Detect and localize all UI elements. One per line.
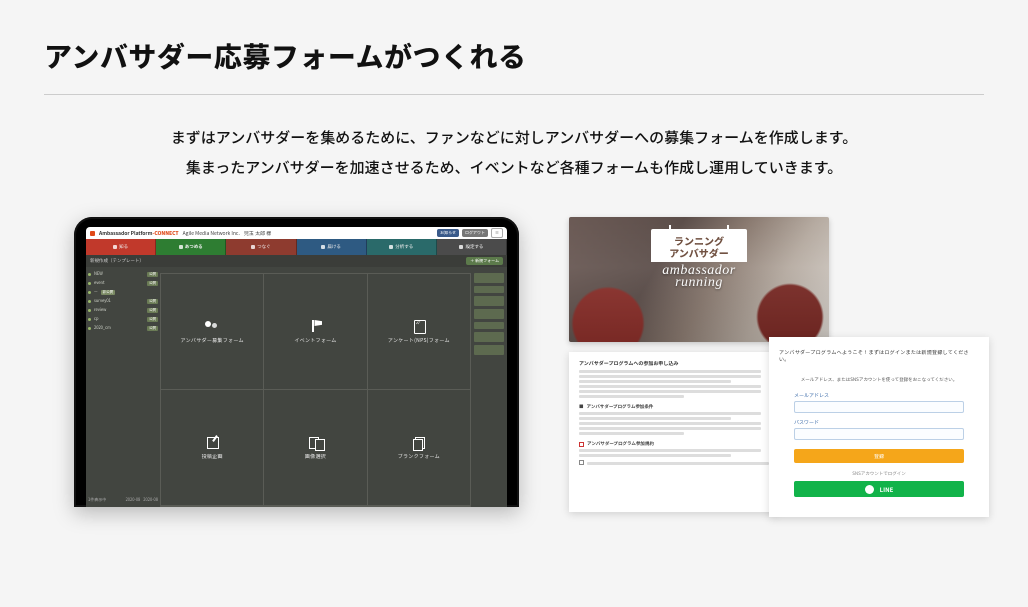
right-tags bbox=[471, 267, 507, 507]
app-body: NEW公開 event公開 —非公開 survey01公開 review公開 c… bbox=[86, 267, 507, 507]
tablet-mockup: Ambassador Platform-CONNECT Agile Media … bbox=[74, 217, 519, 507]
sidebar-list: NEW公開 event公開 —非公開 survey01公開 review公開 c… bbox=[86, 267, 160, 507]
page-title: アンバサダー応募フォームがつくれる bbox=[44, 36, 984, 76]
register-button[interactable]: 登録 bbox=[794, 449, 964, 463]
card-blank-form[interactable]: ブランクフォーム bbox=[368, 390, 471, 506]
image-icon bbox=[306, 435, 324, 449]
list-footer: 1件表示中2020-082020-08 bbox=[88, 497, 158, 503]
tab-icon bbox=[389, 245, 393, 249]
tab-icon bbox=[459, 245, 463, 249]
tab-collect[interactable]: あつめる bbox=[156, 239, 226, 255]
header-pill-logout[interactable]: ログアウト bbox=[462, 229, 488, 237]
email-input[interactable] bbox=[794, 401, 964, 413]
tag-chip bbox=[474, 332, 504, 342]
checkbox-icon[interactable] bbox=[579, 460, 584, 465]
card-event-form[interactable]: イベントフォーム bbox=[264, 274, 367, 390]
flag-icon bbox=[306, 319, 324, 333]
password-input[interactable] bbox=[794, 428, 964, 440]
email-field-wrap: メールアドレス bbox=[794, 392, 964, 413]
password-label: パスワード bbox=[794, 419, 964, 426]
list-item[interactable]: event公開 bbox=[88, 280, 158, 286]
people-icon bbox=[203, 319, 221, 333]
screenshot-cluster: ランニング アンバサダー ambassador running アンバサダープロ… bbox=[569, 217, 989, 342]
list-item[interactable]: NEW公開 bbox=[88, 271, 158, 277]
login-form: アンバサダープログラムへようこそ！まずはログインまたは新規登録してください。 メ… bbox=[769, 337, 989, 517]
tab-know[interactable]: 知る bbox=[86, 239, 156, 255]
tag-chip bbox=[474, 273, 504, 283]
hero-image: ランニング アンバサダー ambassador running bbox=[569, 217, 829, 342]
template-grid: アンバサダー募集フォーム イベントフォーム アンケート(NPS)フォーム 投稿企… bbox=[160, 273, 471, 507]
card-image-select[interactable]: 画像選択 bbox=[264, 390, 367, 506]
app-brand: Ambassador Platform-CONNECT bbox=[99, 230, 179, 237]
lead-line-1: まずはアンバサダーを集めるために、ファンなどに対しアンバサダーへの募集フォームを… bbox=[171, 127, 857, 148]
hero-badge: ランニング アンバサダー ambassador running bbox=[651, 229, 747, 290]
toolbar-title: 新規作成（テンプレート） bbox=[90, 258, 144, 264]
card-post-plan[interactable]: 投稿企画 bbox=[161, 390, 264, 506]
tab-icon bbox=[251, 245, 255, 249]
hero-script-1: ambassador bbox=[651, 264, 747, 278]
tag-chip bbox=[474, 286, 504, 293]
tab-icon bbox=[321, 245, 325, 249]
tab-analyze[interactable]: 分析する bbox=[367, 239, 437, 255]
login-sub: メールアドレス、またはSNSアカウントを使って登録をおこなってください。 bbox=[801, 377, 958, 383]
new-form-button[interactable]: ＋ 新規フォーム bbox=[466, 257, 503, 265]
blank-icon bbox=[410, 435, 428, 449]
lead-line-2: 集まったアンバサダーを加速させるため、イベントなど各種フォームも作成し運用してい… bbox=[186, 157, 842, 178]
tag-chip bbox=[474, 345, 504, 355]
terms-document: アンバサダープログラムへの参加お申し込み ■アンバサダープログラム参加条件 アン… bbox=[569, 352, 779, 512]
login-title: アンバサダープログラムへようこそ！まずはログインまたは新規登録してください。 bbox=[779, 349, 979, 363]
list-item[interactable]: —非公開 bbox=[88, 289, 158, 295]
card-ambassador-form[interactable]: アンバサダー募集フォーム bbox=[161, 274, 264, 390]
app-tabs: 知る あつめる つなぐ 届ける 分析する 設定する bbox=[86, 239, 507, 255]
tab-connect[interactable]: つなぐ bbox=[226, 239, 296, 255]
tab-deliver[interactable]: 届ける bbox=[297, 239, 367, 255]
list-item[interactable]: review公開 bbox=[88, 307, 158, 313]
divider bbox=[44, 94, 984, 95]
user-name: 児玉 太郎 様 bbox=[244, 230, 271, 237]
hero-line-2: アンバサダー bbox=[655, 247, 743, 259]
checklist-icon bbox=[410, 319, 428, 333]
card-survey-form[interactable]: アンケート(NPS)フォーム bbox=[368, 274, 471, 390]
email-label: メールアドレス bbox=[794, 392, 964, 399]
list-item[interactable]: cp公開 bbox=[88, 316, 158, 322]
doc-a-section-1: ■アンバサダープログラム参加条件 bbox=[579, 404, 769, 410]
edit-icon bbox=[203, 435, 221, 449]
tab-icon bbox=[179, 245, 183, 249]
app-header: Ambassador Platform-CONNECT Agile Media … bbox=[86, 227, 507, 239]
list-item[interactable]: survey01公開 bbox=[88, 298, 158, 304]
toolbar: 新規作成（テンプレート） ＋ 新規フォーム bbox=[86, 255, 507, 267]
checkbox-icon[interactable] bbox=[579, 442, 584, 447]
hero-line-1: ランニング bbox=[655, 235, 743, 247]
sns-label: SNSアカウントでログイン bbox=[852, 471, 906, 477]
app-screen: Ambassador Platform-CONNECT Agile Media … bbox=[86, 227, 507, 507]
doc-a-section-2: アンバサダープログラム参加規約 bbox=[579, 441, 769, 447]
header-pill-info[interactable]: お知らせ bbox=[437, 229, 459, 237]
tag-chip bbox=[474, 322, 504, 329]
hero-script-2: running bbox=[651, 276, 747, 290]
password-field-wrap: パスワード bbox=[794, 419, 964, 440]
tab-settings[interactable]: 設定する bbox=[437, 239, 507, 255]
tab-icon bbox=[113, 245, 117, 249]
lead-text: まずはアンバサダーを集めるために、ファンなどに対しアンバサダーへの募集フォームを… bbox=[44, 123, 984, 183]
logo-icon bbox=[90, 231, 95, 236]
company-name: Agile Media Network Inc. bbox=[183, 230, 240, 237]
list-item[interactable]: 2020_cm公開 bbox=[88, 325, 158, 331]
line-icon bbox=[865, 485, 874, 494]
tag-chip bbox=[474, 309, 504, 319]
tag-chip bbox=[474, 296, 504, 306]
doc-a-title: アンバサダープログラムへの参加お申し込み bbox=[579, 360, 769, 367]
line-login-button[interactable]: LINE bbox=[794, 481, 964, 497]
header-pill-menu[interactable]: ≡ bbox=[491, 228, 503, 238]
